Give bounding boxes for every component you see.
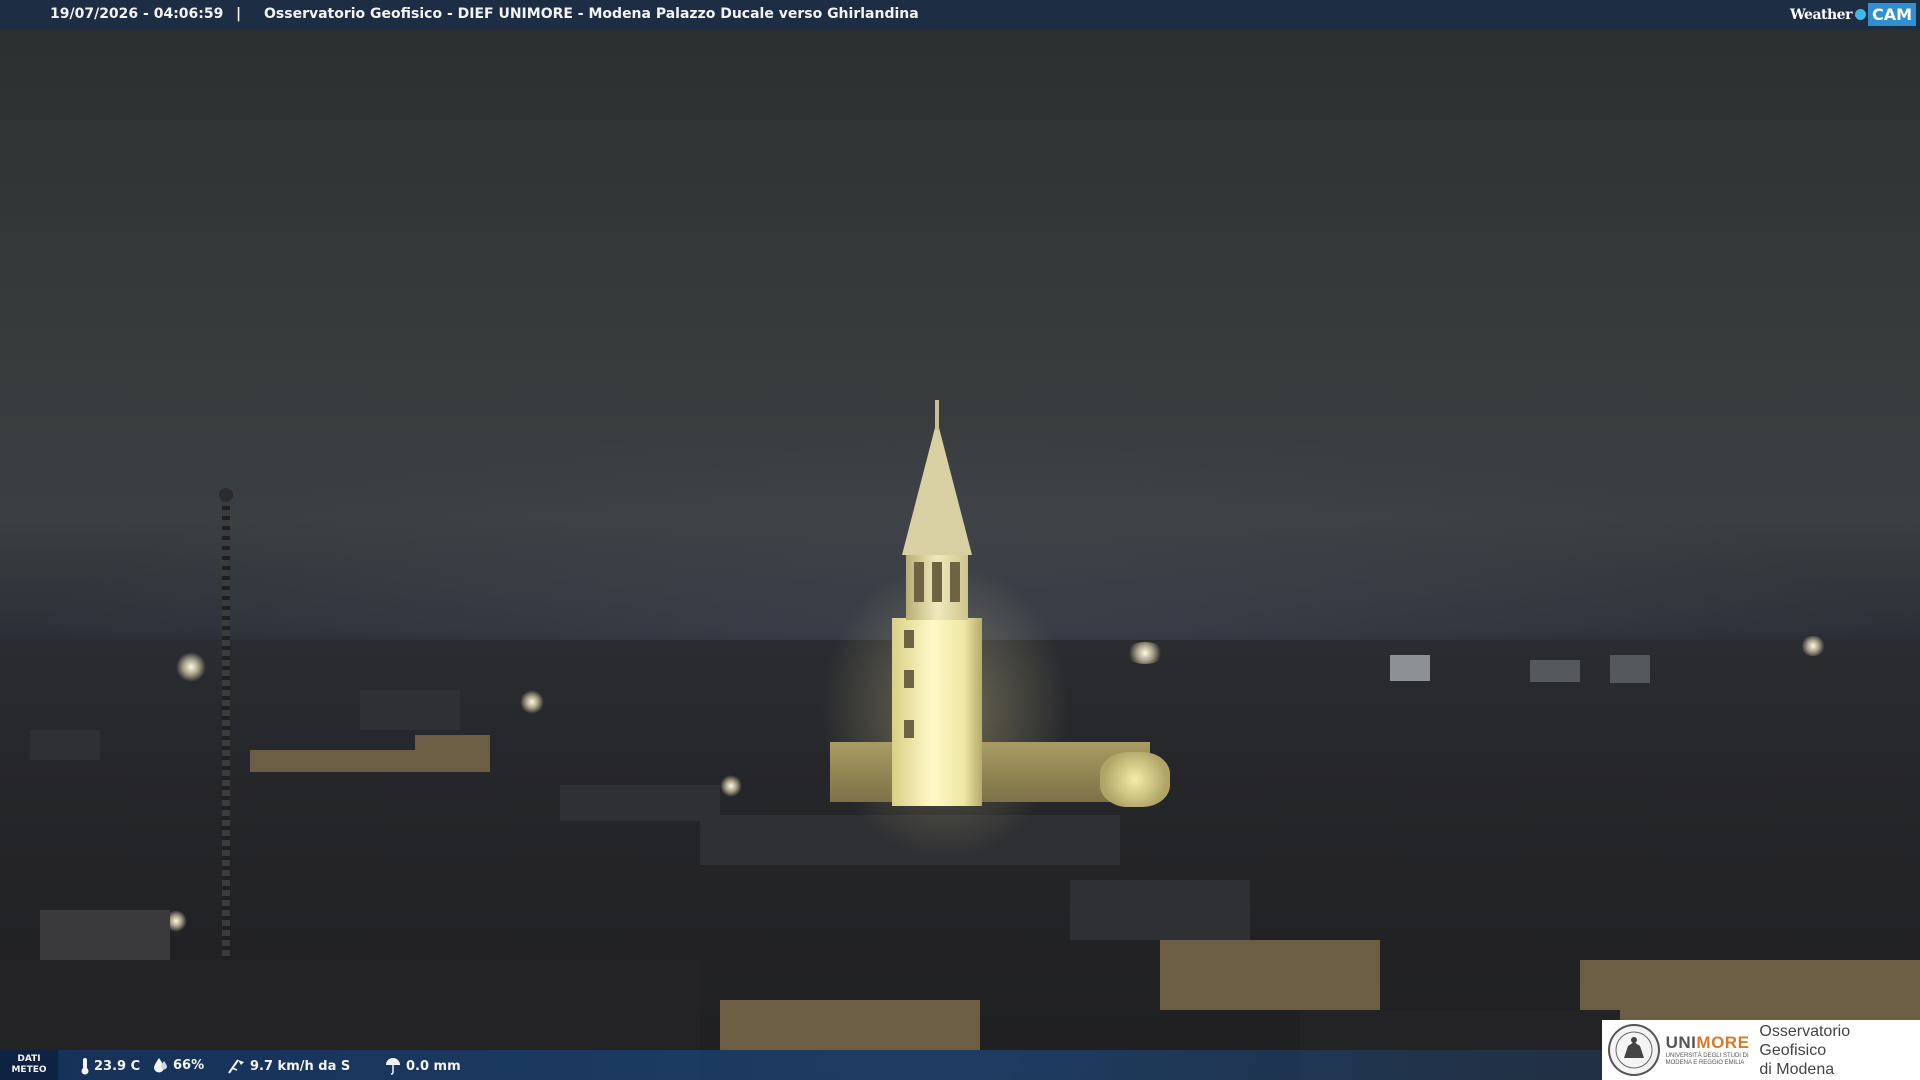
university-seal-icon xyxy=(1608,1024,1660,1076)
building xyxy=(30,730,100,760)
building xyxy=(560,785,720,821)
street-light xyxy=(1800,636,1826,656)
tower-window xyxy=(904,720,914,738)
unimore-uni: UNI xyxy=(1665,1033,1697,1052)
belfry-window xyxy=(950,562,960,602)
radio-antenna-top xyxy=(219,488,233,502)
belfry-window xyxy=(914,562,924,602)
lit-tree xyxy=(1100,752,1170,807)
temperature-value: 23.9 C xyxy=(94,1058,141,1074)
unimore-logo-panel: UNIMORE UNIVERSITÀ DEGLI STUDI DI MODENA… xyxy=(1602,1020,1920,1080)
weather-data-bar: DATI METEO 23.9 C 66% 9.7 km/h da S 0.0 … xyxy=(0,1050,1602,1080)
radio-antenna xyxy=(222,490,230,960)
webcam-header-bar: 19/07/2026 - 04:06:59 | Osservatorio Geo… xyxy=(0,0,1920,29)
observatory-line2: di Modena xyxy=(1759,1060,1835,1078)
street-light xyxy=(176,652,206,682)
street-light xyxy=(720,775,742,797)
brand-word: Weather xyxy=(1789,6,1853,23)
tower-window xyxy=(904,670,914,688)
wind-value: 9.7 km/h da S xyxy=(250,1058,351,1074)
brand-dot-icon xyxy=(1854,9,1866,20)
unimore-sub-line2: MODENA E REGGIO EMILIA xyxy=(1665,1060,1745,1066)
rain-reading: 0.0 mm xyxy=(384,1057,461,1075)
building xyxy=(40,910,170,960)
timestamp: 19/07/2026 - 04:06:59 xyxy=(50,6,224,22)
building xyxy=(1610,655,1650,683)
weathercam-logo: Weather CAM xyxy=(1790,0,1920,29)
building xyxy=(1580,960,1920,1020)
belfry-window xyxy=(932,562,942,602)
building xyxy=(720,1000,980,1050)
ghirlandina-tip xyxy=(935,400,939,430)
weather-label-line1: DATI xyxy=(17,1054,41,1064)
tower-window xyxy=(904,630,914,648)
rain-gauge-icon xyxy=(384,1057,402,1075)
humidity-drop-icon xyxy=(153,1057,169,1073)
building xyxy=(1530,660,1580,682)
header-separator: | xyxy=(236,6,242,22)
ghirlandina-spire xyxy=(902,420,972,555)
weather-section-label: DATI METEO xyxy=(0,1050,58,1080)
building xyxy=(360,690,460,730)
wind-icon xyxy=(226,1057,246,1075)
temperature-reading: 23.9 C xyxy=(80,1057,140,1075)
building xyxy=(1160,940,1380,1010)
unimore-name: UNIMORE xyxy=(1666,1033,1750,1053)
building xyxy=(1070,880,1250,940)
street-light xyxy=(1125,642,1165,664)
observatory-line1: Osservatorio Geofisico xyxy=(1759,1022,1851,1059)
camera-location: Osservatorio Geofisico - DIEF UNIMORE - … xyxy=(264,6,919,22)
humidity-value: 66% xyxy=(173,1057,205,1073)
webcam-image xyxy=(0,0,1920,1080)
brand-cam: CAM xyxy=(1867,3,1916,26)
unimore-wordmark: UNIMORE UNIVERSITÀ DEGLI STUDI DI MODENA… xyxy=(1666,1033,1750,1067)
building xyxy=(1390,655,1430,681)
unimore-more: MORE xyxy=(1696,1033,1750,1052)
street-light xyxy=(520,690,544,714)
observatory-name: Osservatorio Geofisico di Modena xyxy=(1759,1022,1920,1079)
building xyxy=(415,735,490,765)
wind-reading: 9.7 km/h da S xyxy=(226,1057,350,1075)
rain-value: 0.0 mm xyxy=(406,1058,461,1074)
weather-label-line2: METEO xyxy=(11,1065,47,1075)
unimore-sub-line1: UNIVERSITÀ DEGLI STUDI DI xyxy=(1665,1053,1749,1059)
humidity-reading: 66% xyxy=(153,1057,204,1073)
thermometer-icon xyxy=(80,1057,90,1075)
